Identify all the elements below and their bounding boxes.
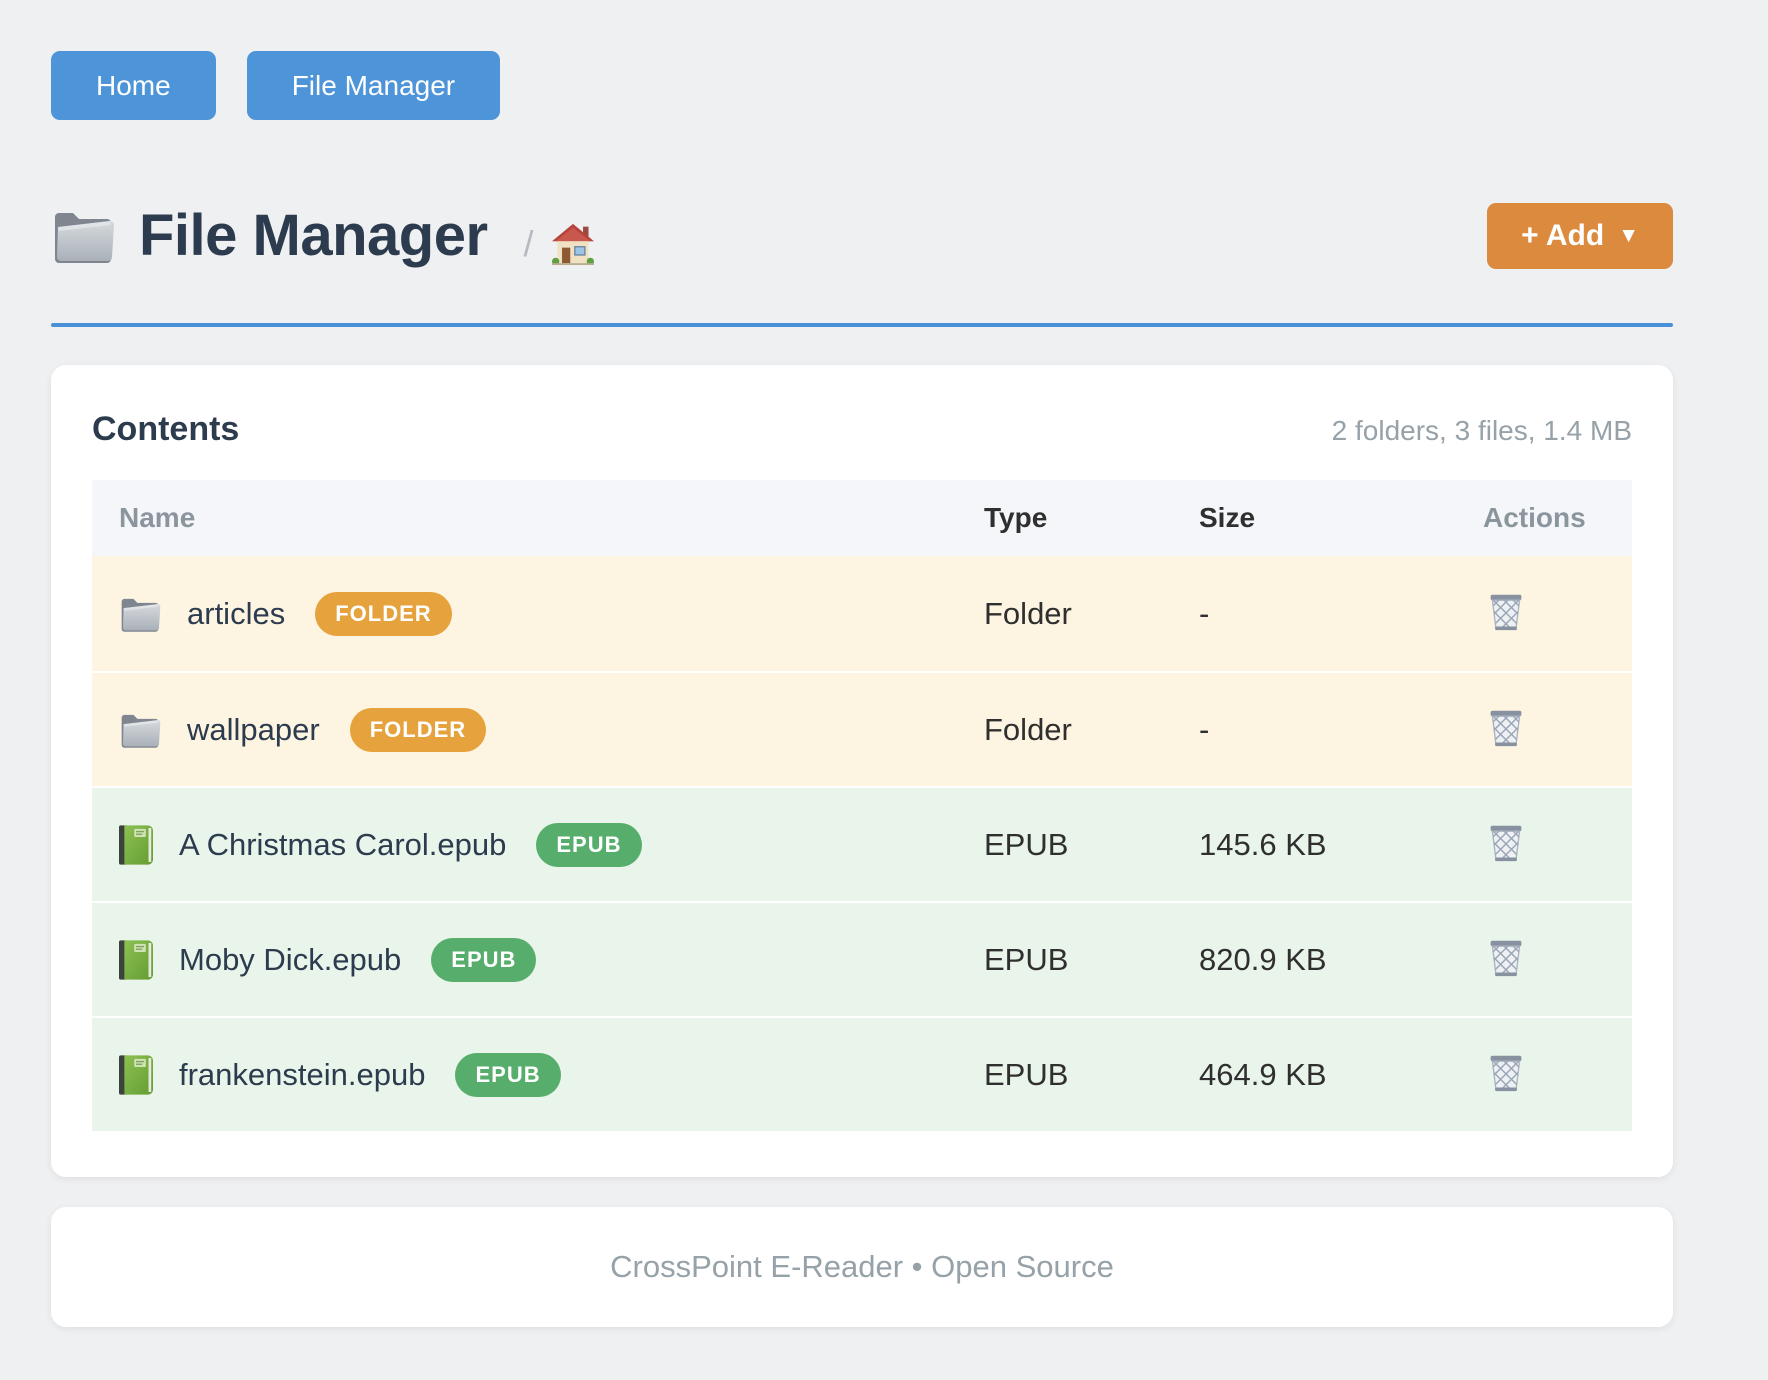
column-header-actions: Actions: [1469, 502, 1632, 534]
folder-icon: [119, 595, 161, 633]
file-name[interactable]: Moby Dick.epub: [179, 942, 401, 978]
file-name[interactable]: frankenstein.epub: [179, 1057, 425, 1093]
file-type: EPUB: [984, 942, 1199, 978]
title-divider: [51, 323, 1673, 327]
contents-heading: Contents: [92, 410, 239, 449]
top-nav: Home File Manager: [51, 0, 1673, 120]
nav-file-manager-button[interactable]: File Manager: [247, 51, 500, 120]
delete-button[interactable]: [1483, 1049, 1529, 1097]
table-row: wallpaper FOLDER Folder -: [92, 671, 1632, 786]
page: Home File Manager File Manager / + Add ▼…: [51, 0, 1673, 1327]
trash-icon: [1487, 592, 1525, 632]
contents-card: Contents 2 folders, 3 files, 1.4 MB Name…: [51, 365, 1673, 1177]
delete-button[interactable]: [1483, 934, 1529, 982]
file-type: Folder: [984, 596, 1199, 632]
delete-button[interactable]: [1483, 704, 1529, 752]
trash-icon: [1487, 1053, 1525, 1093]
file-name[interactable]: wallpaper: [187, 712, 320, 748]
page-header: File Manager / + Add ▼: [51, 202, 1673, 269]
file-table: Name Type Size Actions articles FOLDER F…: [92, 480, 1632, 1131]
footer: CrossPoint E-Reader • Open Source: [51, 1207, 1673, 1327]
chevron-down-icon: ▼: [1618, 224, 1639, 248]
table-row: Moby Dick.epub EPUB EPUB 820.9 KB: [92, 901, 1632, 1016]
footer-text: CrossPoint E-Reader • Open Source: [610, 1249, 1114, 1285]
home-icon[interactable]: [550, 223, 596, 265]
contents-summary: 2 folders, 3 files, 1.4 MB: [1332, 415, 1632, 447]
file-size: 145.6 KB: [1199, 827, 1469, 863]
folder-icon: [119, 711, 161, 749]
book-icon: [119, 939, 153, 981]
book-icon: [119, 1054, 153, 1096]
breadcrumb-separator: /: [524, 223, 534, 265]
file-size: -: [1199, 596, 1469, 632]
column-header-type: Type: [984, 502, 1199, 534]
file-name[interactable]: A Christmas Carol.epub: [179, 827, 506, 863]
column-header-name: Name: [92, 502, 984, 534]
file-size: -: [1199, 712, 1469, 748]
delete-button[interactable]: [1483, 588, 1529, 636]
add-button-label: + Add: [1521, 219, 1604, 253]
file-size: 820.9 KB: [1199, 942, 1469, 978]
book-icon: [119, 824, 153, 866]
add-button[interactable]: + Add ▼: [1487, 203, 1673, 269]
table-row: articles FOLDER Folder -: [92, 556, 1632, 671]
trash-icon: [1487, 938, 1525, 978]
type-badge: FOLDER: [350, 708, 486, 752]
breadcrumb: /: [524, 223, 596, 265]
file-type: EPUB: [984, 1057, 1199, 1093]
file-name[interactable]: articles: [187, 596, 285, 632]
type-badge: EPUB: [431, 938, 536, 982]
file-type: EPUB: [984, 827, 1199, 863]
page-title: File Manager: [139, 202, 488, 269]
type-badge: EPUB: [536, 823, 641, 867]
nav-home-button[interactable]: Home: [51, 51, 216, 120]
type-badge: EPUB: [455, 1053, 560, 1097]
type-badge: FOLDER: [315, 592, 451, 636]
file-type: Folder: [984, 712, 1199, 748]
table-row: A Christmas Carol.epub EPUB EPUB 145.6 K…: [92, 786, 1632, 901]
delete-button[interactable]: [1483, 819, 1529, 867]
column-header-size: Size: [1199, 502, 1469, 534]
folder-icon: [51, 207, 115, 265]
table-header-row: Name Type Size Actions: [92, 480, 1632, 556]
file-size: 464.9 KB: [1199, 1057, 1469, 1093]
trash-icon: [1487, 823, 1525, 863]
table-row: frankenstein.epub EPUB EPUB 464.9 KB: [92, 1016, 1632, 1131]
trash-icon: [1487, 708, 1525, 748]
